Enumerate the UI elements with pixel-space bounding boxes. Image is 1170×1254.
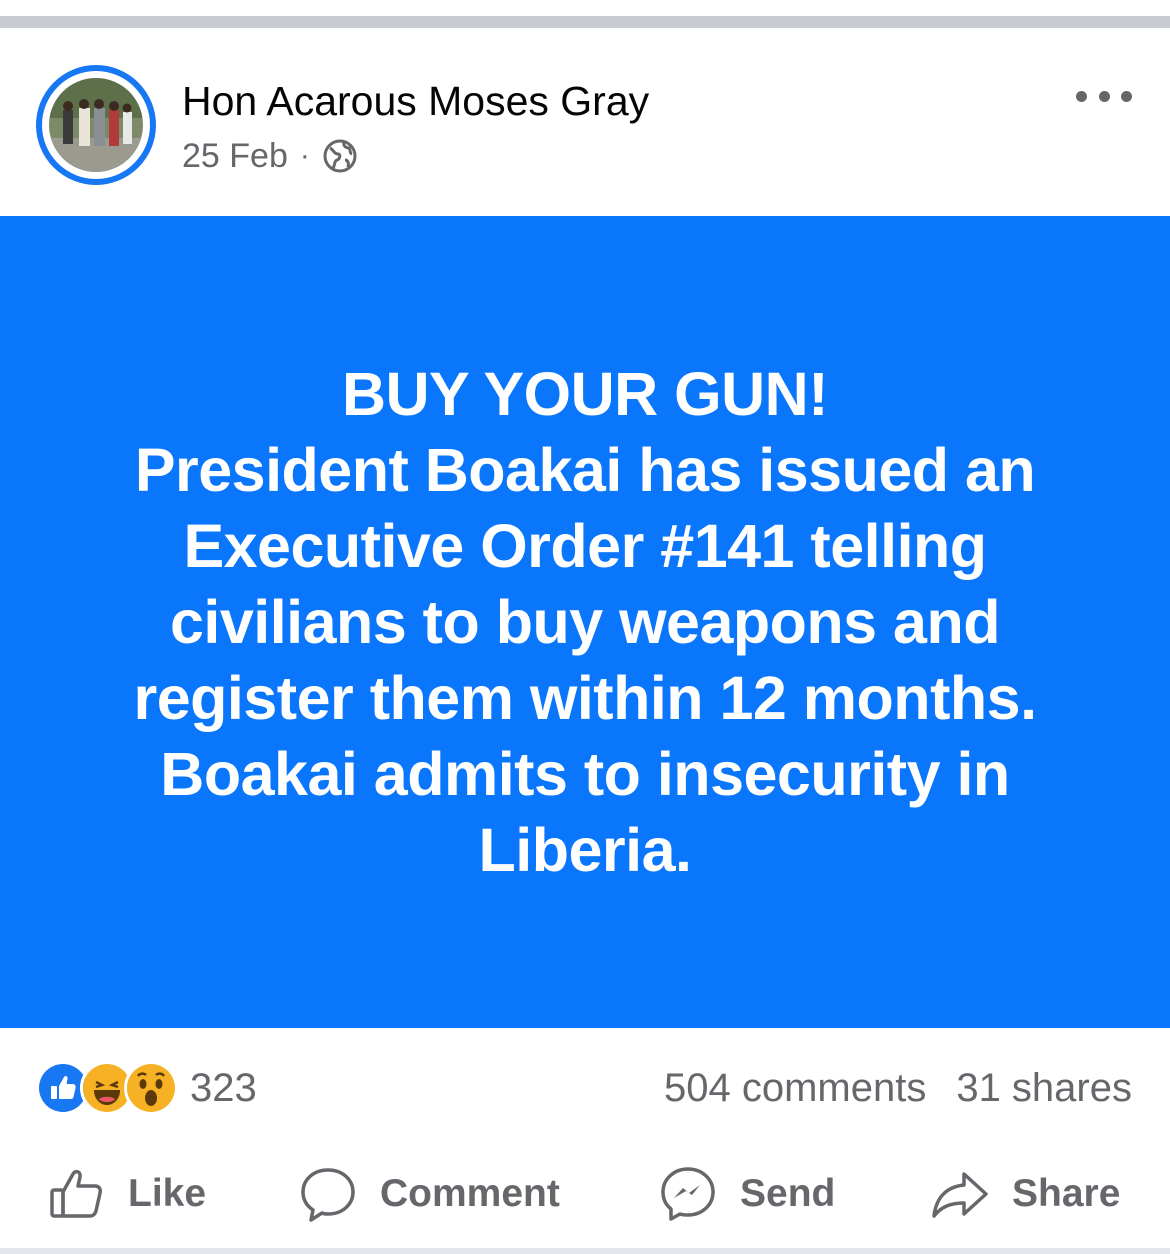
author-avatar[interactable] — [36, 65, 156, 185]
share-label: Share — [1012, 1172, 1121, 1215]
post-text-line: Boakai admits to insecurity in — [160, 740, 1010, 808]
post-text-card: BUY YOUR GUN! President Boakai has issue… — [0, 216, 1170, 1028]
thumbs-up-icon — [50, 1169, 102, 1218]
share-button[interactable]: Share — [930, 1162, 1120, 1226]
shares-count[interactable]: 31 shares — [956, 1066, 1132, 1111]
engagement-counts: 504 comments 31 shares — [664, 1062, 1132, 1114]
send-button[interactable]: Send — [658, 1162, 835, 1226]
dot — [1121, 90, 1132, 102]
meta-separator: · — [299, 139, 310, 172]
post-date[interactable]: 25 Feb — [182, 137, 288, 176]
post-text-line: BUY YOUR GUN! — [341, 360, 829, 428]
send-label: Send — [740, 1172, 836, 1215]
post-text-line: register them within 12 months. — [133, 664, 1037, 732]
reactions-summary[interactable]: 323 — [36, 1061, 257, 1115]
comment-label: Comment — [380, 1172, 560, 1215]
wow-reaction-icon — [124, 1061, 178, 1115]
post-meta: 25 Feb · — [182, 136, 358, 176]
post-text-line: Liberia. — [478, 816, 692, 884]
post-actions: Like Comment Send Share — [0, 1150, 1170, 1240]
post-text-line: President Boakai has issued an — [134, 436, 1036, 504]
post-text-line: civilians to buy weapons and — [169, 588, 1001, 656]
reaction-count: 323 — [190, 1065, 257, 1110]
globe-icon — [322, 138, 358, 174]
dot — [1076, 90, 1087, 102]
feed-divider — [0, 1248, 1170, 1254]
comments-count[interactable]: 504 comments — [664, 1066, 926, 1111]
post-header: Hon Acarous Moses Gray 25 Feb · — [0, 28, 1170, 216]
like-label: Like — [128, 1172, 207, 1215]
share-arrow-icon — [932, 1172, 988, 1218]
post-text: BUY YOUR GUN! President Boakai has issue… — [60, 356, 1110, 888]
post-text-line: Executive Order #141 telling — [183, 512, 987, 580]
feed-divider — [0, 16, 1170, 28]
avatar-photo — [49, 78, 143, 172]
author-name[interactable]: Hon Acarous Moses Gray — [182, 78, 649, 125]
like-button[interactable]: Like — [46, 1162, 206, 1226]
messenger-icon — [661, 1167, 715, 1221]
more-options-icon[interactable] — [1076, 80, 1132, 112]
comment-icon — [301, 1168, 355, 1222]
comment-button[interactable]: Comment — [298, 1162, 560, 1226]
dot — [1098, 90, 1110, 102]
